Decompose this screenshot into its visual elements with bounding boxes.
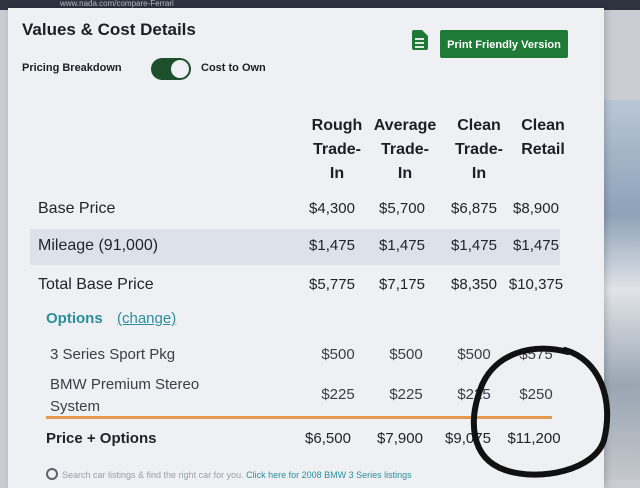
page-title: Values & Cost Details — [22, 20, 196, 39]
column-header-clean-tradein: Clean Trade- In — [454, 117, 503, 182]
total-label: Price + Options — [46, 430, 157, 447]
column-header-rough: Rough Trade- In — [311, 117, 363, 182]
toggle-right-label: Cost to Own — [201, 62, 266, 74]
options-heading: Options — [46, 310, 103, 327]
value-cell: $225 — [321, 386, 355, 403]
option-label: 3 Series Sport Pkg — [50, 346, 176, 363]
change-options-link[interactable]: (change) — [117, 310, 176, 327]
row-label: Mileage (91,000) — [38, 237, 159, 254]
value-cell: $8,900 — [513, 200, 559, 217]
value-cell: $500 — [389, 346, 423, 363]
row-label: Base Price — [38, 200, 116, 217]
row-label: Total Base Price — [38, 276, 154, 293]
option-label: BMW Premium Stereo — [50, 376, 200, 393]
total-value: $9,075 — [445, 430, 491, 447]
option-label-line2: System — [50, 398, 101, 415]
document-icon[interactable] — [412, 30, 428, 50]
table-row-total-base: Total Base Price $5,775 $7,175 $8,350 $1… — [30, 268, 563, 304]
table-row-base-price: Base Price $4,300 $5,700 $6,875 $8,900 — [30, 192, 560, 228]
value-cell: $225 — [389, 386, 423, 403]
table-row-mileage: Mileage (91,000) $1,475 $1,475 $1,475 $1… — [30, 229, 560, 265]
value-cell: $575 — [519, 346, 553, 363]
value-cell: $5,775 — [309, 276, 355, 293]
side-ad-image — [604, 100, 640, 480]
toggle-knob — [171, 60, 189, 78]
column-header-average: Average Trade- In — [373, 117, 437, 182]
total-divider — [46, 416, 552, 419]
value-cell: $1,475 — [379, 237, 425, 254]
total-value: $11,200 — [507, 430, 561, 447]
value-cell: $7,175 — [379, 276, 425, 293]
footer-text: Search car listings & find the right car… — [62, 470, 244, 480]
pricing-toggle-row: Pricing Breakdown Cost to Own — [22, 58, 322, 80]
print-friendly-button[interactable]: Print Friendly Version — [440, 30, 568, 58]
column-header-clean-retail: Clean Retail — [521, 117, 565, 158]
footer-note: Search car listings & find the right car… — [62, 470, 412, 480]
total-value: $7,900 — [377, 430, 423, 447]
footer-listings-link[interactable]: Click here for 2008 BMW 3 Series listing… — [246, 470, 412, 480]
url-text: www.nada.com/compare-Ferrari — [60, 0, 174, 8]
value-cell: $500 — [321, 346, 355, 363]
total-value: $6,500 — [305, 430, 351, 447]
value-cell: $250 — [519, 386, 553, 403]
value-cell: $5,700 — [379, 200, 425, 217]
value-cell: $1,475 — [513, 237, 559, 254]
value-cell: $4,300 — [309, 200, 355, 217]
search-icon — [46, 468, 58, 480]
value-cell: $1,475 — [309, 237, 355, 254]
value-cell: $10,375 — [508, 276, 564, 293]
pricing-toggle[interactable] — [151, 58, 191, 80]
toggle-left-label: Pricing Breakdown — [22, 62, 122, 74]
